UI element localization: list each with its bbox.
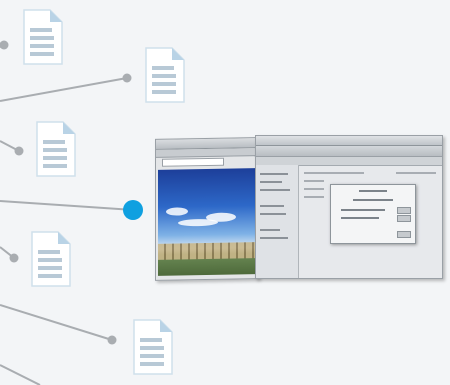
connector-node-doc-3 bbox=[14, 146, 24, 156]
bridge-shape bbox=[158, 242, 256, 260]
sidebar-line bbox=[260, 189, 290, 191]
connector-hub bbox=[0, 200, 134, 211]
sidebar-line bbox=[260, 213, 286, 215]
sidebar-line bbox=[260, 181, 282, 183]
dialog-line bbox=[341, 217, 379, 219]
window-toolbar bbox=[256, 146, 442, 157]
content-line bbox=[304, 172, 364, 174]
dialog-button bbox=[397, 215, 411, 222]
connector-bottom bbox=[0, 364, 41, 385]
dialog-line bbox=[353, 199, 393, 201]
dialog-button bbox=[397, 231, 411, 238]
window-sidebar bbox=[256, 165, 299, 278]
cloud-shape bbox=[166, 207, 188, 216]
document-icon bbox=[23, 9, 63, 65]
dialog-button bbox=[397, 207, 411, 214]
connector-doc-5 bbox=[0, 304, 113, 341]
document-icon bbox=[145, 47, 185, 103]
sidebar-line bbox=[260, 237, 288, 239]
dialog-thumbnail bbox=[330, 184, 416, 244]
document-icon bbox=[133, 319, 173, 375]
window-titlebar bbox=[256, 136, 442, 146]
connector-node-doc-5 bbox=[107, 335, 117, 345]
file-manager-window-thumbnail bbox=[255, 135, 443, 279]
landscape-photo bbox=[158, 168, 256, 276]
content-line bbox=[304, 188, 324, 190]
connector-node-doc-4 bbox=[9, 253, 19, 263]
dialog-line bbox=[341, 209, 385, 211]
document-icon bbox=[31, 231, 71, 287]
sidebar-line bbox=[260, 229, 280, 231]
content-line bbox=[304, 180, 324, 182]
hub-dot-icon bbox=[123, 200, 143, 220]
app-screenshot-thumbnail bbox=[155, 135, 443, 281]
sidebar-line bbox=[260, 173, 288, 175]
document-icon bbox=[36, 121, 76, 177]
sidebar-line bbox=[260, 205, 284, 207]
window-toolbar bbox=[156, 148, 258, 158]
connector-node-doc-2 bbox=[122, 73, 132, 83]
cloud-shape bbox=[178, 218, 218, 227]
browser-window-thumbnail bbox=[155, 137, 259, 281]
dialog-line bbox=[359, 190, 387, 192]
connector-doc-2 bbox=[0, 77, 128, 102]
content-line bbox=[396, 172, 436, 174]
content-line bbox=[304, 196, 324, 198]
connector-node-doc-1 bbox=[0, 40, 9, 50]
diagram-canvas bbox=[0, 0, 450, 385]
address-bar bbox=[162, 157, 224, 167]
